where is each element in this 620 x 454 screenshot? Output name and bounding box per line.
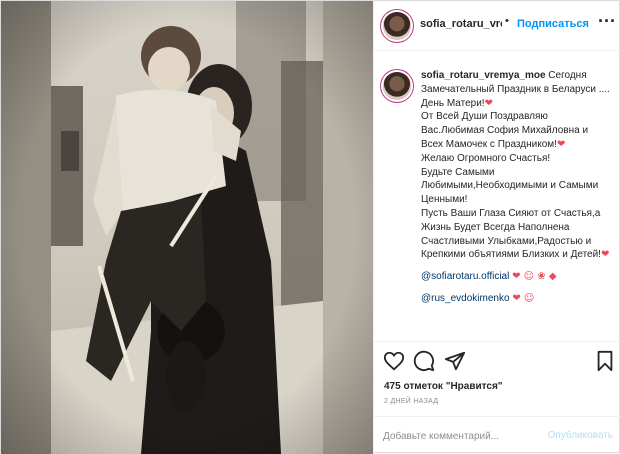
comment-input[interactable] [383, 428, 533, 444]
follow-button[interactable]: Подписаться [517, 18, 589, 30]
post-photo[interactable] [1, 1, 373, 454]
mention-line-2: @rus_evdokimenko ❤ ☺ [421, 292, 611, 306]
comment-icon[interactable] [413, 350, 435, 372]
caption-area: sofia_rotaru_vremya_moe Сегодня Замечате… [374, 51, 620, 341]
share-icon[interactable] [444, 350, 466, 372]
likes-count[interactable]: 475 отметок "Нравится" [384, 381, 503, 392]
heart-icon[interactable] [383, 350, 405, 372]
heart-emoji: ❤ [600, 249, 610, 261]
caption-username[interactable]: sofia_rotaru_vremya_moe [421, 70, 546, 81]
mention-link-1[interactable]: @sofiarotaru.official [421, 271, 509, 282]
mention-emojis-2: ❤ ☺ [512, 292, 535, 304]
post-header: sofia_rotaru_vremy • Подписаться ··· [374, 1, 620, 51]
comment-bar: Опубликовать [374, 416, 620, 454]
avatar[interactable] [383, 12, 411, 40]
caption-line-3: Желаю Огромного Счастья! [421, 152, 551, 164]
caption-line-5: Пусть Ваши Глаза Сияют от Счастья,а Жизн… [421, 207, 601, 261]
instagram-post: sofia_rotaru_vremy • Подписаться ··· sof… [0, 0, 620, 454]
heart-emoji: ❤ [556, 138, 566, 150]
publish-button[interactable]: Опубликовать [548, 430, 613, 441]
caption-avatar[interactable] [383, 72, 411, 100]
header-username[interactable]: sofia_rotaru_vremy [420, 18, 502, 30]
caption-text: sofia_rotaru_vremya_moe Сегодня Замечате… [421, 69, 611, 306]
heart-emoji: ❤ [484, 97, 493, 109]
post-sidebar: sofia_rotaru_vremy • Подписаться ··· sof… [373, 1, 620, 454]
separator-dot: • [505, 15, 509, 27]
bookmark-icon[interactable] [594, 350, 616, 372]
mention-emojis-1: ❤ ☺ ❀ ◆ [512, 271, 557, 283]
caption-line-4: Будьте Самыми Любимыми,Необходимыми и Са… [421, 166, 599, 206]
more-options-icon[interactable]: ··· [598, 11, 616, 32]
post-date[interactable]: 2 ДНЕЙ НАЗАД [384, 398, 438, 405]
sepia-photo-illustration [1, 1, 373, 454]
post-actions: 475 отметок "Нравится" 2 ДНЕЙ НАЗАД [374, 341, 620, 416]
mention-line-1: @sofiarotaru.official ❤ ☺ ❀ ◆ [421, 270, 611, 284]
mention-link-2[interactable]: @rus_evdokimenko [421, 293, 510, 304]
